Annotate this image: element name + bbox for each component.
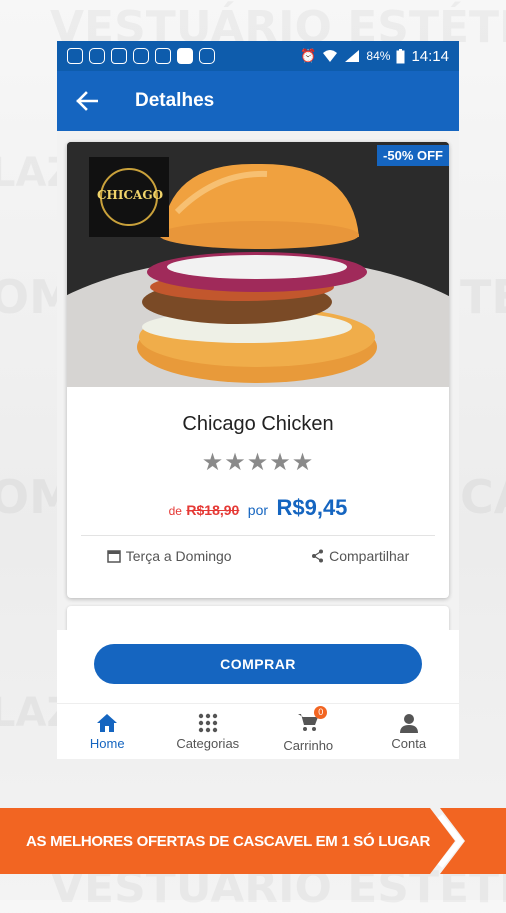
nav-carrinho[interactable]: 0 Carrinho xyxy=(258,704,359,759)
status-bar: ⏰ 84% 14:14 xyxy=(57,41,459,71)
image-icon xyxy=(111,48,127,64)
product-card: CHICAGO -50% OFF Chicago Chicken ★★★★★ d… xyxy=(67,142,449,598)
signal-icon xyxy=(345,50,360,62)
nav-home-label: Home xyxy=(89,736,125,751)
cart-icon-wrap: 0 xyxy=(297,705,328,735)
instagram-icon xyxy=(89,48,105,64)
promo-banner: AS MELHORES OFERTAS DE CASCAVEL EM 1 SÓ … xyxy=(0,808,506,874)
arrow-back-icon xyxy=(76,91,98,111)
nav-carrinho-label: Carrinho xyxy=(283,737,334,753)
wifi-icon xyxy=(323,50,338,62)
cart-count-badge: 0 xyxy=(314,705,328,719)
buy-button[interactable]: COMPRAR xyxy=(94,644,422,684)
notification-add-icon xyxy=(67,48,83,64)
page-title: Detalhes xyxy=(135,90,215,111)
background-watermark: TE xyxy=(460,270,506,324)
bottom-area: COMPRAR Home Categorias 0 Carrinho Conta xyxy=(57,630,459,759)
share-button[interactable]: Compartilhar xyxy=(311,548,409,564)
instagram-icon xyxy=(199,48,215,64)
gmail-icon xyxy=(155,48,171,64)
phone-screen: ⏰ 84% 14:14 Detalhes CHICAGO -50% OFF Ch… xyxy=(57,41,459,759)
grid-icon xyxy=(198,713,217,733)
person-icon xyxy=(399,714,418,733)
share-icon xyxy=(312,549,324,563)
alarm-icon: ⏰ xyxy=(300,48,317,63)
clock: 14:14 xyxy=(411,47,449,65)
price-row: de R$18,90 por R$9,45 xyxy=(67,495,449,521)
availability-text: Terça a Domingo xyxy=(125,548,232,564)
old-price: R$18,90 xyxy=(186,502,240,518)
instagram-icon xyxy=(133,48,149,64)
share-label: Compartilhar xyxy=(329,548,410,564)
banner-text: AS MELHORES OFERTAS DE CASCAVEL EM 1 SÓ … xyxy=(26,833,431,850)
nav-categorias-label: Categorias xyxy=(176,736,240,751)
calendar-icon xyxy=(107,550,121,563)
bottom-nav: Home Categorias 0 Carrinho Conta xyxy=(57,703,459,759)
product-meta: Terça a Domingo Compartilhar xyxy=(67,536,449,564)
nav-home[interactable]: Home xyxy=(57,704,158,759)
nav-categorias[interactable]: Categorias xyxy=(158,704,259,759)
burger-illustration xyxy=(67,142,449,387)
youtube-icon xyxy=(177,48,193,64)
app-bar: Detalhes xyxy=(57,71,459,131)
discount-badge: -50% OFF xyxy=(377,145,449,166)
nav-conta-label: Conta xyxy=(391,736,427,751)
rating-stars[interactable]: ★★★★★ xyxy=(67,448,449,477)
home-icon xyxy=(97,714,118,732)
battery-icon xyxy=(396,48,405,63)
por-label: por xyxy=(247,502,269,518)
background-watermark: CA xyxy=(460,470,506,524)
availability: Terça a Domingo xyxy=(107,548,232,564)
notification-icons xyxy=(67,48,215,64)
product-name: Chicago Chicken xyxy=(182,413,334,435)
product-image: CHICAGO -50% OFF xyxy=(67,142,449,387)
brand-logo-text: CHICAGO xyxy=(97,188,164,202)
de-label: de xyxy=(168,504,182,518)
new-price: R$9,45 xyxy=(276,495,348,520)
back-button[interactable] xyxy=(57,91,117,111)
battery-percent: 84% xyxy=(366,49,391,63)
nav-conta[interactable]: Conta xyxy=(359,704,460,759)
